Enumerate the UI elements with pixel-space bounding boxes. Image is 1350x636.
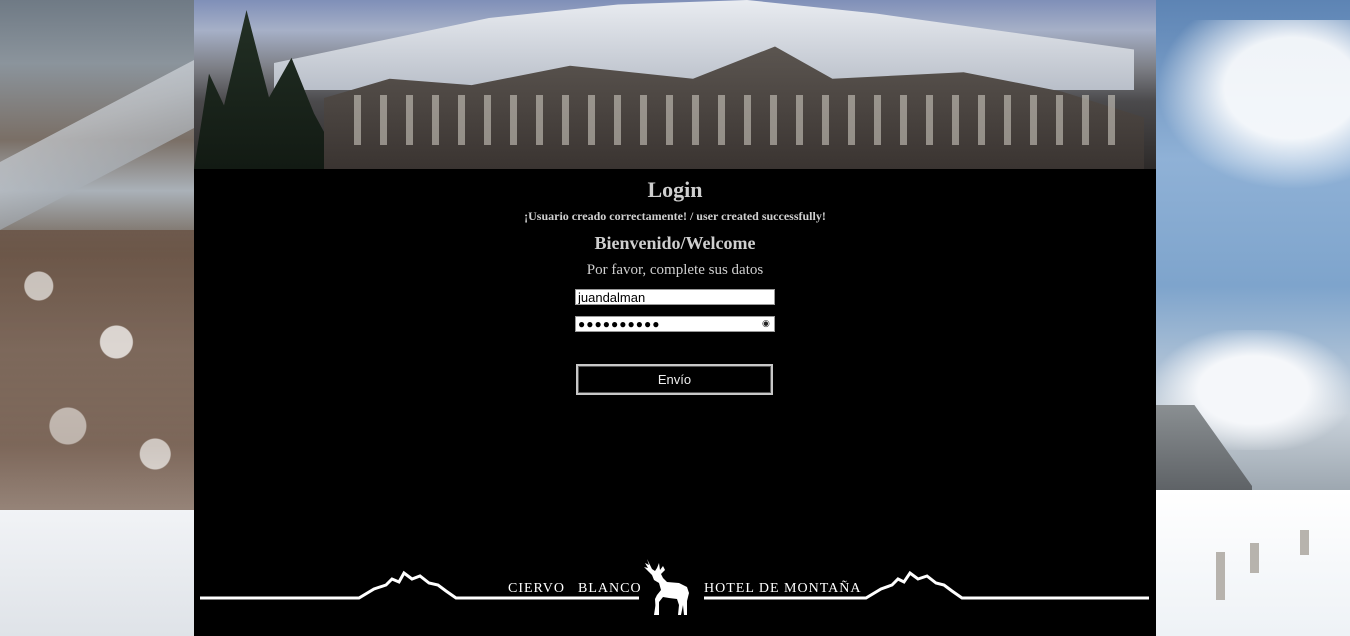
cloud-image (1156, 20, 1350, 190)
hotel-banner-photo (194, 0, 1156, 169)
form-instructions: Por favor, complete sus datos (586, 262, 764, 278)
stone-wall-image (0, 230, 194, 510)
fence-post (1300, 530, 1309, 555)
brand-name-part2: BLANCO (578, 581, 642, 596)
brand-name-part1: CIERVO (508, 581, 565, 596)
password-input[interactable] (575, 316, 775, 332)
fence-post (1250, 543, 1259, 573)
deer-icon (644, 559, 689, 615)
brand-tagline: HOTEL DE MONTAÑA (704, 581, 862, 596)
right-background-photo (1156, 0, 1350, 636)
username-input[interactable] (575, 289, 775, 305)
welcome-heading: Bienvenido/Welcome (594, 233, 756, 253)
snowy-roof-image (0, 60, 194, 230)
password-field: ◉ (575, 316, 775, 332)
submit-button[interactable]: Envío (576, 364, 773, 395)
left-background-photo (0, 0, 194, 636)
snow-ground-image (0, 510, 194, 636)
fence-post (1216, 552, 1225, 600)
hotel-windows-image (354, 95, 1134, 145)
hotel-logo: CIERVO BLANCO HOTEL DE MONTAÑA (194, 549, 1156, 636)
show-password-icon[interactable]: ◉ (762, 319, 772, 329)
login-panel: Login ¡Usuario creado correctamente! / u… (194, 169, 1156, 636)
page-title: Login (647, 177, 703, 202)
success-message: ¡Usuario creado correctamente! / user cr… (524, 209, 826, 223)
